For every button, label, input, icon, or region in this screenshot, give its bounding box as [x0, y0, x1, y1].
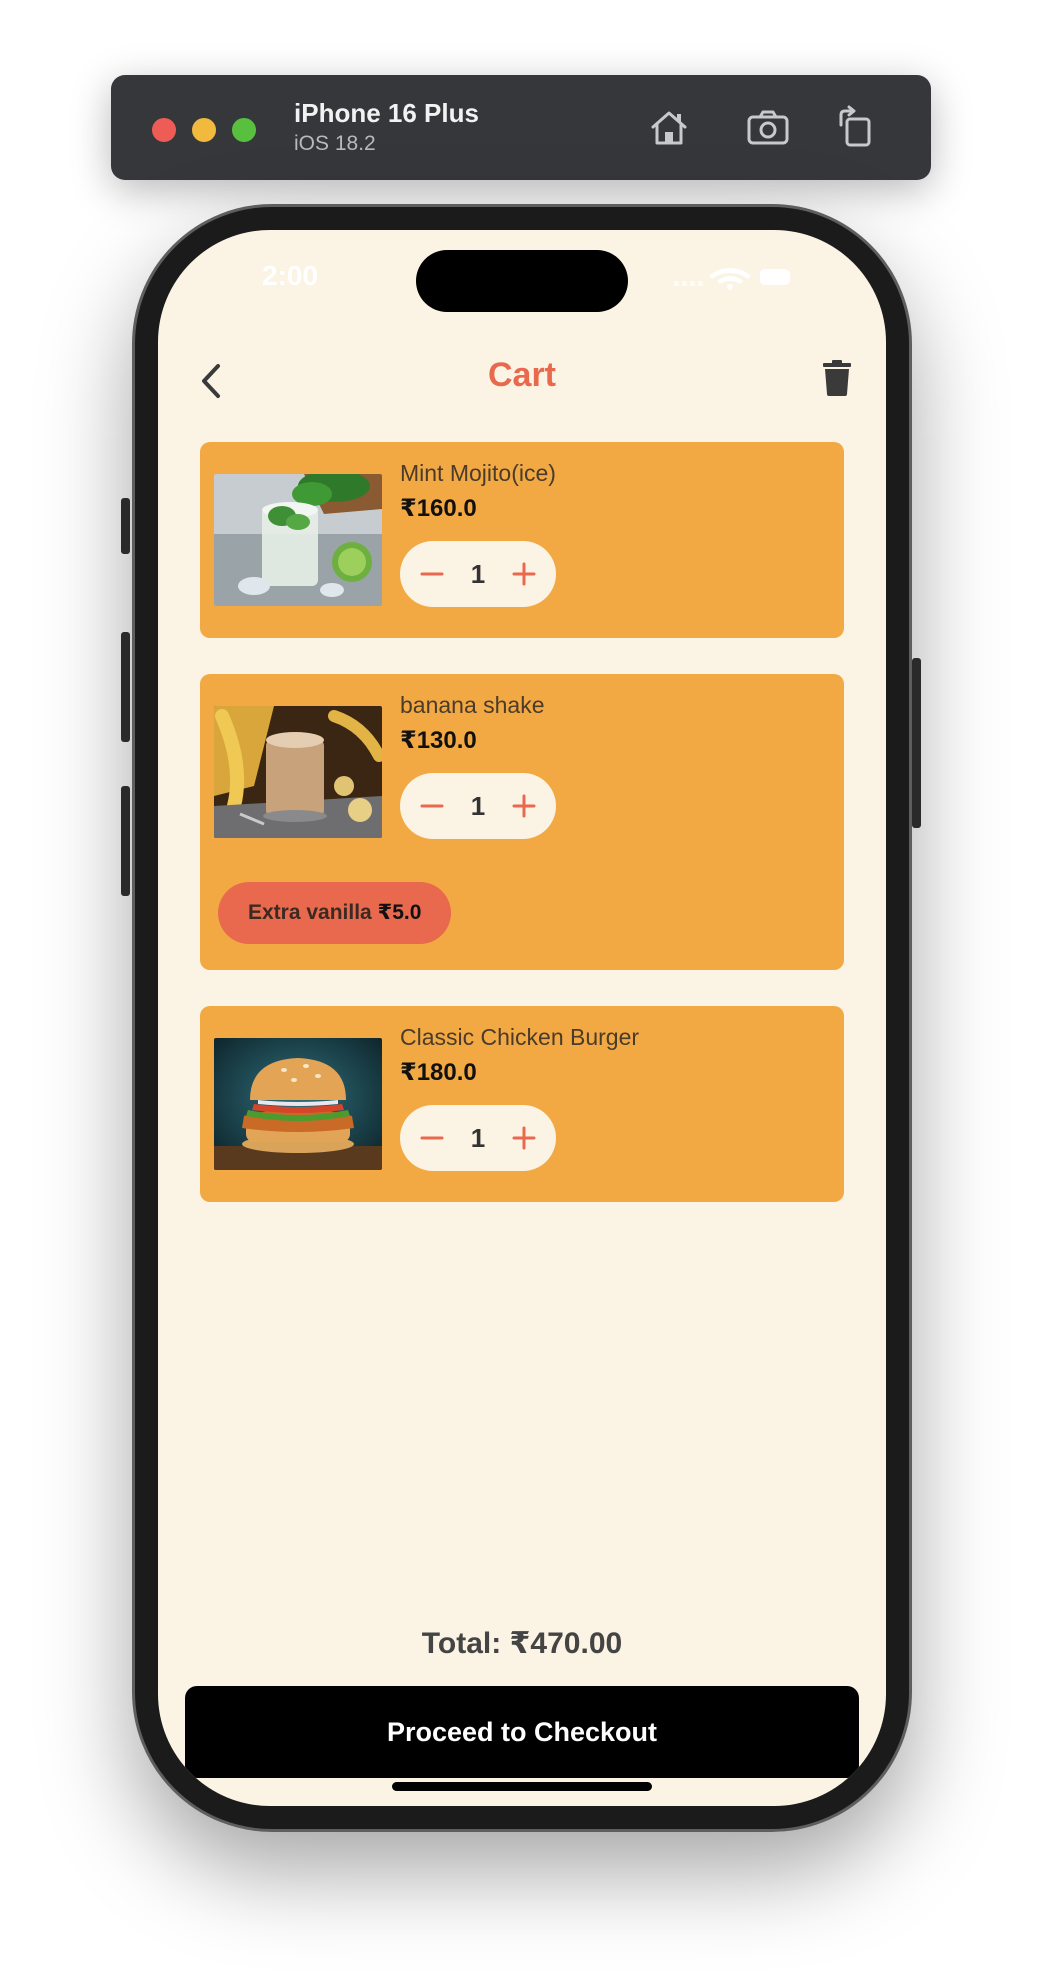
item-price: ₹130.0: [400, 727, 477, 754]
quantity-stepper: 1: [400, 1105, 556, 1171]
cart-item: Mint Mojito(ice) ₹160.0 1: [200, 442, 844, 638]
volume-down-button: [121, 786, 130, 896]
phone-screen: 2:00 Cart Mint Mojito(ice) ₹160.0 1 bana…: [158, 230, 886, 1806]
page-title: Cart: [487, 356, 557, 394]
plus-icon[interactable]: [510, 1124, 538, 1152]
item-price: ₹160.0: [400, 495, 477, 522]
item-name: banana shake: [400, 692, 545, 718]
status-time: 2:00: [262, 260, 319, 291]
quantity-stepper: 1: [400, 773, 556, 839]
cart-total: Total: ₹470.00: [421, 1627, 623, 1660]
wifi-icon: [709, 268, 751, 290]
addon-name: Extra vanilla: [248, 901, 372, 924]
plus-icon[interactable]: [510, 560, 538, 588]
item-price: ₹180.0: [400, 1059, 477, 1086]
signal-icon: [674, 281, 703, 286]
trash-icon[interactable]: [822, 360, 852, 396]
chicken-burger-image: [214, 1038, 382, 1170]
cart-list: Mint Mojito(ice) ₹160.0 1 banana shake ₹…: [200, 442, 844, 1238]
simulator-toolbar: iPhone 16 Plus iOS 18.2: [111, 75, 931, 180]
plus-icon[interactable]: [510, 792, 538, 820]
battery-icon: [760, 269, 790, 285]
device-name: iPhone 16 Plus: [294, 98, 479, 128]
action-button: [121, 498, 130, 554]
rotate-icon[interactable]: [833, 105, 879, 151]
power-button: [912, 658, 921, 828]
addon-chip: Extra vanilla ₹5.0: [218, 882, 452, 944]
quantity-stepper: 1: [400, 541, 556, 607]
banana-shake-image: [214, 706, 382, 838]
addon-price: ₹5.0: [377, 901, 422, 924]
cart-item: banana shake ₹130.0 1 Extra vanilla ₹5.0: [200, 674, 844, 970]
mint-mojito-image: [214, 474, 382, 606]
minimize-window-button[interactable]: [192, 118, 216, 142]
status-indicators: [674, 268, 790, 290]
item-name: Mint Mojito(ice): [400, 460, 556, 486]
home-icon[interactable]: [646, 105, 692, 151]
item-name: Classic Chicken Burger: [400, 1024, 640, 1050]
close-window-button[interactable]: [152, 118, 176, 142]
home-indicator[interactable]: [392, 1782, 652, 1791]
os-version: iOS 18.2: [294, 132, 376, 155]
dynamic-island: [416, 250, 628, 312]
screenshot-icon[interactable]: [745, 105, 791, 151]
cart-item: Classic Chicken Burger ₹180.0 1: [200, 1006, 844, 1202]
zoom-window-button[interactable]: [232, 118, 256, 142]
volume-up-button: [121, 632, 130, 742]
checkout-button[interactable]: Proceed to Checkout: [185, 1686, 859, 1778]
simulator-stage: iPhone 16 Plus iOS 18.2 2:00 Cart Mint M…: [0, 0, 1042, 1986]
